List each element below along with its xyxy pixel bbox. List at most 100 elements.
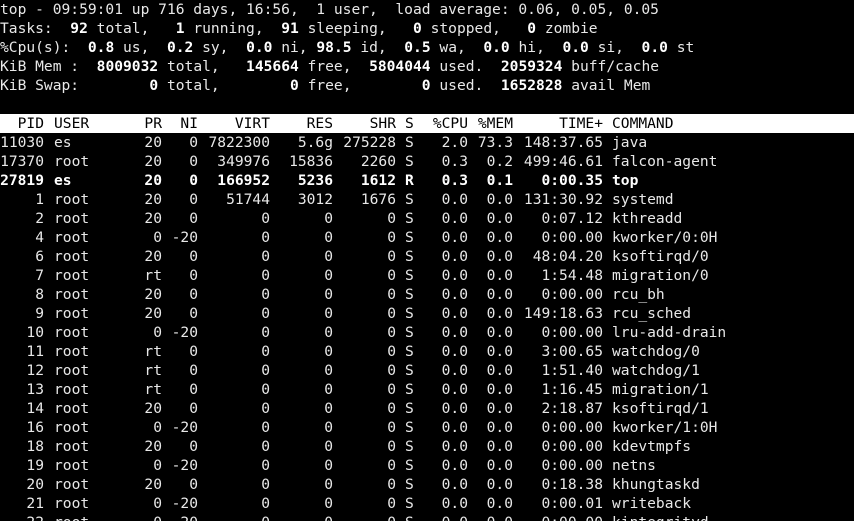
column-header-ni[interactable]: NI: [162, 114, 198, 133]
process-row[interactable]: 6 root 20 0 0 0 0 S 0.0 0.0 48:04.20 ksoftirqd/0: [0, 247, 854, 266]
process-time: 131:30.92: [523, 191, 603, 208]
mem-buff-cache: 2059324: [500, 58, 563, 75]
process-time: 2:18.87: [541, 400, 603, 417]
process-user: root: [54, 476, 90, 493]
process-cpu: 0.0: [441, 267, 468, 284]
process-res: 0: [324, 381, 333, 398]
process-res: 0: [324, 229, 333, 246]
process-row[interactable]: 22root0-20000S0.00.00:00.00kintegrityd: [0, 513, 854, 521]
process-row[interactable]: 19 root 0 -20 0 0 0 S 0.0 0.0 0:00.00 netns: [0, 456, 854, 475]
column-header-mem[interactable]: %MEM: [468, 114, 513, 133]
process-time: 499:46.61: [523, 153, 603, 170]
process-row[interactable]: 11 root rt 0 0 0 0 S 0.0 0.0 3:00.65 watchdog/0: [0, 342, 854, 361]
process-row[interactable]: 7 root rt 0 0 0 0 S 0.0 0.0 1:54.48 migration/0: [0, 266, 854, 285]
mem-used: 5804044: [369, 58, 431, 75]
process-cpu: 0.0: [441, 381, 468, 398]
process-cpu: 0.0: [441, 210, 468, 227]
column-header-shr[interactable]: SHR: [333, 114, 396, 133]
process-virt: 0: [261, 286, 270, 303]
process-pr: 0: [134, 513, 162, 521]
process-row[interactable]: 11030 es 20 0 7822300 5.6g 275228 S 2.0 73.3 148:3…: [0, 133, 854, 152]
column-header-s[interactable]: S: [405, 114, 417, 133]
terminal-window[interactable]: top - 09:59:01 up 716 days, 16:56, 1 use…: [0, 0, 854, 521]
process-time: 1:54.48: [541, 267, 603, 284]
column-header-time[interactable]: TIME+: [513, 114, 603, 133]
process-shr: 1676: [360, 191, 396, 208]
process-pid: 22: [0, 513, 44, 521]
process-command: java: [612, 134, 648, 151]
process-mem: 0.0: [486, 495, 513, 512]
process-command: lru-add-drain: [612, 324, 727, 341]
process-row[interactable]: 14 root 20 0 0 0 0 S 0.0 0.0 2:18.87 ksoftirqd/1: [0, 399, 854, 418]
process-ni: 0: [189, 267, 198, 284]
process-command: netns: [612, 457, 656, 474]
process-row[interactable]: 21 root 0 -20 0 0 0 S 0.0 0.0 0:00.01 writeback: [0, 494, 854, 513]
process-ni: 0: [189, 400, 198, 417]
process-state: S: [405, 457, 414, 474]
process-time: 0:00.00: [513, 513, 603, 521]
process-res: 3012: [297, 191, 333, 208]
column-header-virt[interactable]: VIRT: [198, 114, 270, 133]
process-res: 0: [324, 210, 333, 227]
process-ni: 0: [189, 210, 198, 227]
process-mem: 0.0: [486, 191, 513, 208]
column-header-cpu[interactable]: %CPU: [417, 114, 468, 133]
process-row[interactable]: 16 root 0 -20 0 0 0 S 0.0 0.0 0:00.00 kworker/1:0H: [0, 418, 854, 437]
process-row[interactable]: 9 root 20 0 0 0 0 S 0.0 0.0 149:18.63 rcu_sched: [0, 304, 854, 323]
process-pid: 13: [26, 381, 44, 398]
process-row[interactable]: 10 root 0 -20 0 0 0 S 0.0 0.0 0:00.00 lru-add-drain: [0, 323, 854, 342]
process-time: 0:18.38: [541, 476, 603, 493]
process-state: S: [405, 210, 414, 227]
process-time: 1:16.45: [541, 381, 603, 398]
process-row[interactable]: 20 root 20 0 0 0 0 S 0.0 0.0 0:18.38 khungtaskd: [0, 475, 854, 494]
process-ni: -20: [162, 513, 198, 521]
process-res: 15836: [289, 153, 333, 170]
process-user: root: [54, 362, 90, 379]
process-row[interactable]: 1 root 20 0 51744 3012 1676 S 0.0 0.0 131:30.92 sys…: [0, 190, 854, 209]
process-virt: 0: [261, 419, 270, 436]
process-cpu: 0.0: [441, 495, 468, 512]
process-command: kdevtmpfs: [612, 438, 692, 455]
process-row[interactable]: 8 root 20 0 0 0 0 S 0.0 0.0 0:00.00 rcu_bh: [0, 285, 854, 304]
process-state: S: [405, 248, 414, 265]
process-row[interactable]: 27819 es 20 0 166952 5236 1612 R 0.3 0.1 0:00.35 to…: [0, 171, 854, 190]
process-row[interactable]: 13 root rt 0 0 0 0 S 0.0 0.0 1:16.45 migration/1: [0, 380, 854, 399]
column-header-user[interactable]: USER: [54, 114, 134, 133]
column-header-pid[interactable]: PID: [0, 114, 44, 133]
process-row[interactable]: 2 root 20 0 0 0 0 S 0.0 0.0 0:07.12 kthreadd: [0, 209, 854, 228]
process-ni: -20: [171, 419, 198, 436]
process-virt: 51744: [226, 191, 270, 208]
process-pr: 20: [144, 400, 162, 417]
mem-free: 145664: [246, 58, 299, 75]
process-mem: 0.1: [486, 172, 513, 189]
process-row[interactable]: 12 root rt 0 0 0 0 S 0.0 0.0 1:51.40 watchdog/1: [0, 361, 854, 380]
process-pid: 12: [26, 362, 44, 379]
process-shr: 0: [387, 248, 396, 265]
column-header-pr[interactable]: PR: [134, 114, 162, 133]
process-virt: 0: [261, 362, 270, 379]
process-pid: 7: [35, 267, 44, 284]
process-virt: 0: [261, 210, 270, 227]
process-pid: 18: [26, 438, 44, 455]
process-time: 0:00.00: [541, 438, 603, 455]
process-row[interactable]: 4 root 0 -20 0 0 0 S 0.0 0.0 0:00.00 kworker/0:0H: [0, 228, 854, 247]
process-pr: 20: [144, 286, 162, 303]
process-state: S: [405, 495, 414, 512]
column-header-command[interactable]: COMMAND: [612, 114, 852, 133]
process-shr: 0: [387, 381, 396, 398]
process-state: S: [405, 191, 414, 208]
process-virt: 0: [261, 381, 270, 398]
process-shr: 0: [387, 343, 396, 360]
process-mem: 73.3: [477, 134, 513, 151]
process-mem: 0.0: [486, 457, 513, 474]
process-row[interactable]: 18 root 20 0 0 0 0 S 0.0 0.0 0:00.00 kdevtmpfs: [0, 437, 854, 456]
process-row[interactable]: 17370 root 20 0 349976 15836 2260 S 0.3 0.2 499:46…: [0, 152, 854, 171]
column-header-res[interactable]: RES: [270, 114, 333, 133]
cpu-line: %Cpu(s): 0.8 us, 0.2 sy, 0.0 ni, 98.5 id…: [0, 39, 695, 56]
process-res: 0: [324, 248, 333, 265]
process-virt: 0: [261, 400, 270, 417]
process-shr: 2260: [360, 153, 396, 170]
process-user: root: [54, 305, 90, 322]
process-mem: 0.0: [486, 476, 513, 493]
process-time: 3:00.65: [541, 343, 603, 360]
